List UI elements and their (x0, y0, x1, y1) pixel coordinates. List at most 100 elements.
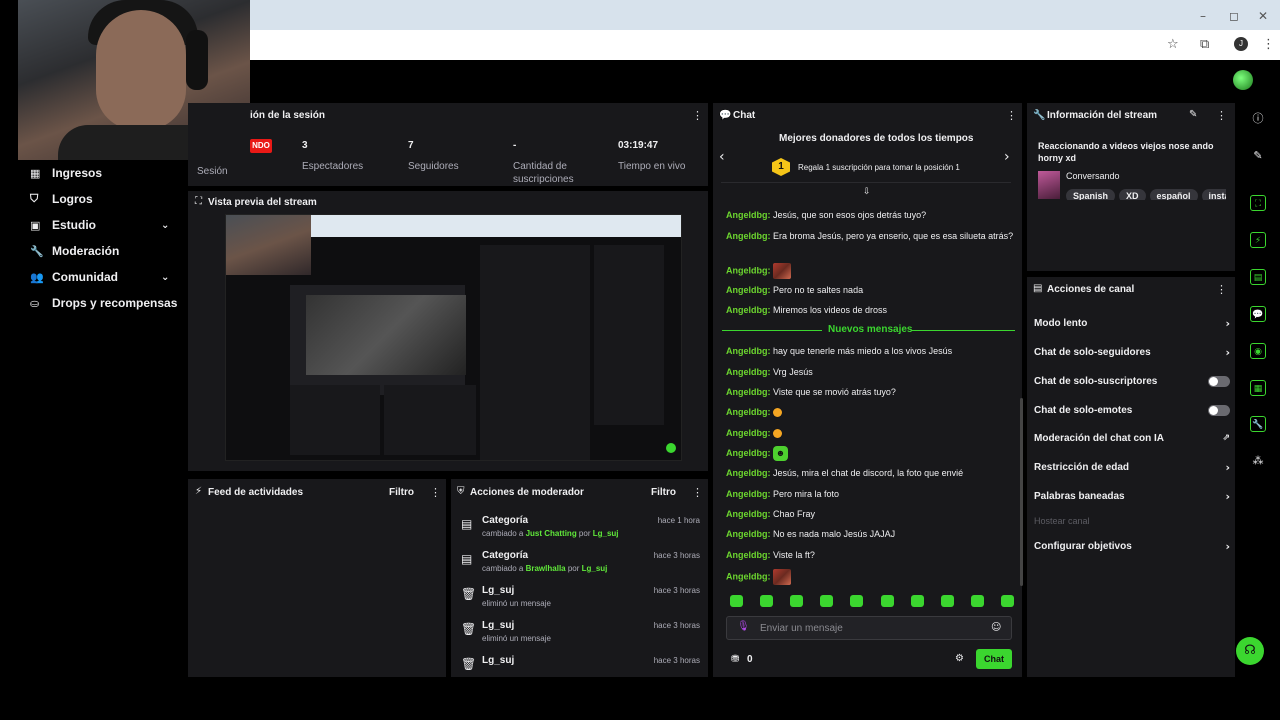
emote-icon[interactable] (850, 595, 864, 607)
sidebar-item-estudio[interactable]: ▣ Estudio ⌄ (30, 215, 169, 235)
activity-feed-panel (188, 479, 446, 677)
sidebar-item-logros[interactable]: ⛉ Logros (30, 189, 93, 209)
more-options-icon[interactable]: ⋮ (1216, 283, 1227, 296)
chat-username[interactable]: Angeldbg: (726, 448, 771, 458)
chat-username[interactable]: Angeldbg: (726, 509, 771, 519)
chat-username[interactable]: Angeldbg: (726, 428, 771, 438)
chat-username[interactable]: Angeldbg: (726, 265, 771, 275)
emote-icon[interactable] (880, 595, 894, 607)
channel-action-modo-lento[interactable]: Modo lento › (1034, 315, 1230, 331)
help-button[interactable]: ☊ (1236, 637, 1264, 665)
layout-icon[interactable]: ▦ (1250, 380, 1266, 396)
channel-action-restricci-n-de-edad[interactable]: Restricción de edad › (1034, 459, 1230, 475)
chat-username[interactable]: Angeldbg: (726, 367, 771, 377)
notes-icon[interactable]: ▤ (1250, 269, 1266, 285)
chat-username[interactable]: Angeldbg: (726, 529, 771, 539)
chat-username[interactable]: Angeldbg: (726, 468, 771, 478)
category-thumbnail (1038, 171, 1060, 199)
emote-icon[interactable] (910, 595, 924, 607)
sidebar-item-drops[interactable]: ⛀ Drops y recompensas (30, 293, 177, 313)
minimize-icon[interactable]: – (1200, 9, 1206, 23)
more-options-icon[interactable]: ⋮ (430, 486, 441, 499)
channel-points-icon[interactable]: ⛃ (731, 654, 739, 665)
mod-entry-detail: cambiado a Brawlhalla por Lg_suj (482, 564, 607, 573)
chat-scrollbar[interactable] (1020, 398, 1023, 586)
chat-username[interactable]: Angeldbg: (726, 550, 771, 560)
wrench-icon: 🔧 (1033, 110, 1046, 121)
chat-text: Chao Fray (773, 509, 816, 519)
emote-icon[interactable] (820, 595, 834, 607)
channel-action-chat-de-solo-suscriptores[interactable]: Chat de solo-suscriptores (1034, 373, 1230, 389)
emote-icon[interactable] (790, 595, 804, 607)
chat-username[interactable]: Angeldbg: (726, 231, 771, 241)
menu-icon[interactable]: ⋮ (1262, 37, 1275, 52)
collapse-icon[interactable]: ⇩ (863, 187, 871, 197)
channel-action-chat-de-solo-seguidores[interactable]: Chat de solo-seguidores › (1034, 344, 1230, 360)
chat-username[interactable]: Angeldbg: (726, 305, 771, 315)
chat-message: Angeldbg: Pero no te saltes nada (726, 284, 1016, 296)
edit-icon[interactable]: ✎ (1250, 148, 1266, 164)
close-icon[interactable]: ✕ (1258, 9, 1268, 23)
more-options-icon[interactable]: ⋮ (1006, 109, 1017, 122)
star-icon[interactable]: ☆ (1167, 37, 1179, 52)
sidebar-item-moderación[interactable]: 🔧 Moderación (30, 241, 119, 261)
chat-icon[interactable]: 💬 (1250, 306, 1266, 322)
channel-action-moderaci-n-del-chat-con-ia[interactable]: Moderación del chat con IA ⇗ (1034, 430, 1230, 446)
profile-icon[interactable]: J (1234, 37, 1248, 51)
more-options-icon[interactable]: ⋮ (1216, 109, 1227, 122)
tag-chip[interactable]: Spanish (1066, 189, 1116, 200)
avatar[interactable] (1233, 70, 1253, 90)
toggle-switch[interactable] (1208, 375, 1230, 387)
chat-username[interactable]: Angeldbg: (726, 285, 771, 295)
extensions-icon[interactable]: ⁂ (1250, 453, 1266, 469)
stream-preview[interactable] (225, 214, 682, 461)
extensions-icon[interactable]: ⧉ (1200, 37, 1209, 52)
chat-username[interactable]: Angeldbg: (726, 387, 771, 397)
channel-action-configurar-objetivos[interactable]: Configurar objetivos › (1034, 538, 1230, 554)
emote-bar[interactable] (730, 595, 1014, 609)
wrench-icon[interactable]: 🔧 (1250, 416, 1266, 432)
channel-action-label: Chat de solo-seguidores (1034, 346, 1151, 358)
chat-username[interactable]: Angeldbg: (726, 571, 771, 581)
address-bar[interactable] (250, 30, 1280, 60)
emote-icon[interactable] (970, 595, 984, 607)
emote-icon[interactable] (940, 595, 954, 607)
info-icon[interactable]: ⓘ (1250, 111, 1266, 127)
sidebar-item-label: Logros (52, 192, 93, 206)
chat-username[interactable]: Angeldbg: (726, 407, 771, 417)
mic-icon[interactable]: 🎙 (737, 621, 750, 632)
chevron-right-icon[interactable]: › (1004, 149, 1010, 165)
maximize-icon[interactable]: ◻ (1229, 9, 1239, 23)
broadcast-icon[interactable]: ◉ (1250, 343, 1266, 359)
channel-action-label: Chat de solo-emotes (1034, 404, 1133, 416)
more-options-icon[interactable]: ⋮ (692, 486, 703, 499)
gear-icon[interactable]: ⚙ (955, 653, 964, 664)
emote-icon[interactable] (1000, 595, 1014, 607)
community-icon: 👥 (30, 270, 44, 284)
sidebar-item-comunidad[interactable]: 👥 Comunidad ⌄ (30, 267, 169, 287)
emote-icon[interactable] (730, 595, 743, 607)
send-chat-button[interactable]: Chat (976, 649, 1012, 669)
activity-filter-button[interactable]: Filtro (389, 487, 414, 498)
tag-chip[interactable]: instag (1201, 189, 1226, 200)
more-options-icon[interactable]: ⋮ (692, 109, 703, 122)
toggle-switch[interactable] (1208, 404, 1230, 416)
sidebar-item-ingresos[interactable]: ▦ Ingresos (30, 163, 102, 183)
emoji-picker-icon[interactable]: ☺ (991, 622, 1001, 633)
mod-filter-button[interactable]: Filtro (651, 487, 676, 498)
chat-username[interactable]: Angeldbg: (726, 210, 771, 220)
emote-icon[interactable] (760, 595, 774, 607)
tag-chip[interactable]: XD (1119, 189, 1146, 200)
clip-icon[interactable]: ⛶ (1250, 195, 1266, 211)
chat-username[interactable]: Angeldbg: (726, 346, 771, 356)
channel-action-palabras-baneadas[interactable]: Palabras baneadas › (1034, 488, 1230, 504)
chevron-left-icon[interactable]: ‹ (719, 149, 725, 165)
mod-entry-title: Lg_suj (482, 655, 515, 666)
lightning-icon[interactable]: ⚡ (1250, 232, 1266, 248)
edit-icon[interactable]: ✎ (1189, 109, 1197, 120)
channel-action-chat-de-solo-emotes[interactable]: Chat de solo-emotes (1034, 402, 1230, 418)
tag-chip[interactable]: español (1149, 189, 1198, 200)
top-donors-title: Mejores donadores de todos los tiempos (779, 133, 974, 144)
chat-username[interactable]: Angeldbg: (726, 489, 771, 499)
chat-title: Chat (733, 110, 756, 121)
